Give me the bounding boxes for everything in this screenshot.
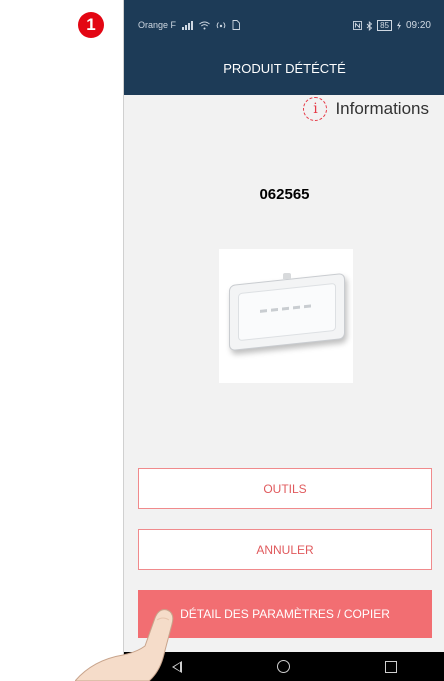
emergency-light-image xyxy=(229,272,345,352)
tools-button[interactable]: OUTILS xyxy=(138,468,432,509)
nfc-icon xyxy=(353,21,363,30)
bluetooth-icon xyxy=(366,20,373,31)
cancel-button-label: ANNULER xyxy=(256,542,314,557)
clock: 09:20 xyxy=(405,20,431,31)
phone-screen: Orange F 85 09:20 PRODUIT DÉTÉCTÉ i Info… xyxy=(123,0,444,681)
informations-label: Informations xyxy=(335,99,429,118)
recent-apps-icon[interactable] xyxy=(385,660,398,673)
pointing-hand-icon xyxy=(75,609,174,681)
product-image xyxy=(219,249,353,383)
tools-button-label: OUTILS xyxy=(263,481,307,496)
lamp-clip xyxy=(283,273,291,279)
status-left: Orange F xyxy=(138,20,240,30)
status-bar: Orange F 85 09:20 xyxy=(124,0,444,42)
wifi-icon xyxy=(199,21,210,29)
sim-icon xyxy=(232,20,240,30)
carrier-label: Orange F xyxy=(138,20,177,30)
informations-link[interactable]: i Informations xyxy=(303,97,429,121)
hotspot-icon xyxy=(216,21,226,28)
lamp-diffuser xyxy=(238,282,336,342)
charging-icon xyxy=(396,21,401,30)
cancel-button[interactable]: ANNULER xyxy=(138,529,432,570)
page-title: PRODUIT DÉTÉCTÉ xyxy=(223,61,346,76)
home-icon[interactable] xyxy=(276,660,290,673)
step-number-badge: 1 xyxy=(78,12,104,38)
info-icon: i xyxy=(303,97,328,121)
signal-icon xyxy=(182,20,194,30)
battery-icon: 85 xyxy=(377,20,392,31)
product-code: 062565 xyxy=(259,186,310,203)
battery-level: 85 xyxy=(380,21,389,30)
app-header: PRODUIT DÉTÉCTÉ xyxy=(124,42,444,95)
status-right: 85 09:20 xyxy=(353,20,431,31)
